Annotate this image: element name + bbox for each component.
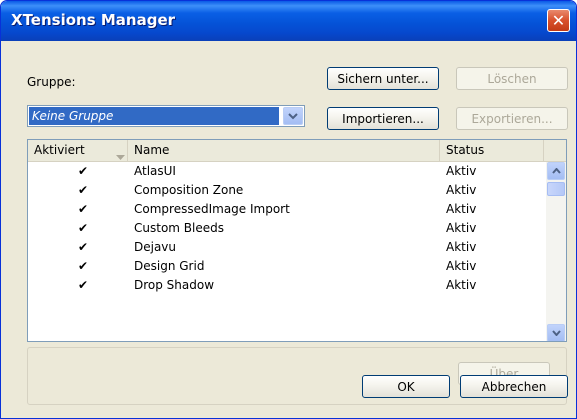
checkmark-icon[interactable]: ✔ [76,238,90,257]
xtension-status: Aktiv [446,164,477,178]
list-item[interactable]: ✔ Drop Shadow Aktiv [28,276,544,295]
xtension-name: AtlasUI [134,164,176,178]
close-icon: ✕ [551,11,566,30]
list-item[interactable]: ✔ Design Grid Aktiv [28,257,544,276]
xtension-name: CompressedImage Import [134,202,290,216]
ok-button[interactable]: OK [362,375,450,398]
xtension-status: Aktiv [446,202,477,216]
close-button[interactable]: ✕ [547,9,570,32]
group-label: Gruppe: [27,75,76,89]
checkmark-icon[interactable]: ✔ [76,276,90,295]
column-header-status[interactable]: Status [440,140,544,161]
column-activated-label: Aktiviert [34,143,85,157]
cancel-button[interactable]: Abbrechen [460,375,568,398]
title-bar[interactable]: XTensions Manager ✕ [1,1,576,41]
xtension-name: Composition Zone [134,183,244,197]
xtension-name: Custom Bleeds [134,221,224,235]
list-item[interactable]: ✔ Custom Bleeds Aktiv [28,219,544,238]
delete-button[interactable]: Löschen [456,67,568,90]
list-item[interactable]: ✔ CompressedImage Import Aktiv [28,200,544,219]
save-as-button[interactable]: Sichern unter... [327,67,439,90]
chevron-down-icon[interactable] [283,107,303,125]
column-header-name[interactable]: Name [128,140,440,161]
checkmark-icon[interactable]: ✔ [76,181,90,200]
xtension-status: Aktiv [446,240,477,254]
dialog-body: Gruppe: Sichern unter... Löschen Keine G… [5,41,572,414]
xtension-status: Aktiv [446,221,477,235]
checkmark-icon[interactable]: ✔ [76,162,90,181]
window-title: XTensions Manager [11,11,176,29]
group-dropdown-value: Keine Gruppe [29,107,279,125]
xtension-name: Dejavu [134,240,177,254]
group-dropdown[interactable]: Keine Gruppe [27,105,305,127]
export-button[interactable]: Exportieren... [456,107,568,130]
xtension-name: Drop Shadow [134,278,215,292]
list-item[interactable]: ✔ Composition Zone Aktiv [28,181,544,200]
checkmark-icon[interactable]: ✔ [76,200,90,219]
xtensions-manager-window: XTensions Manager ✕ Gruppe: Sichern unte… [0,0,577,419]
list-item[interactable]: ✔ AtlasUI Aktiv [28,162,544,181]
vertical-scrollbar[interactable] [546,162,566,341]
xtension-status: Aktiv [446,259,477,273]
checkmark-icon[interactable]: ✔ [76,257,90,276]
xtensions-list[interactable]: Aktiviert Name Status ✔ AtlasUI Aktiv ✔ … [27,139,567,342]
checkmark-icon[interactable]: ✔ [76,219,90,238]
xtension-status: Aktiv [446,183,477,197]
scroll-up-icon[interactable] [547,162,565,180]
column-header-activated[interactable]: Aktiviert [28,140,128,161]
import-button[interactable]: Importieren... [327,107,439,130]
scroll-down-icon[interactable] [547,324,565,341]
xtension-name: Design Grid [134,259,205,273]
list-header: Aktiviert Name Status [28,140,566,162]
list-item[interactable]: ✔ Dejavu Aktiv [28,238,544,257]
xtension-status: Aktiv [446,278,477,292]
scrollbar-thumb[interactable] [547,182,565,196]
